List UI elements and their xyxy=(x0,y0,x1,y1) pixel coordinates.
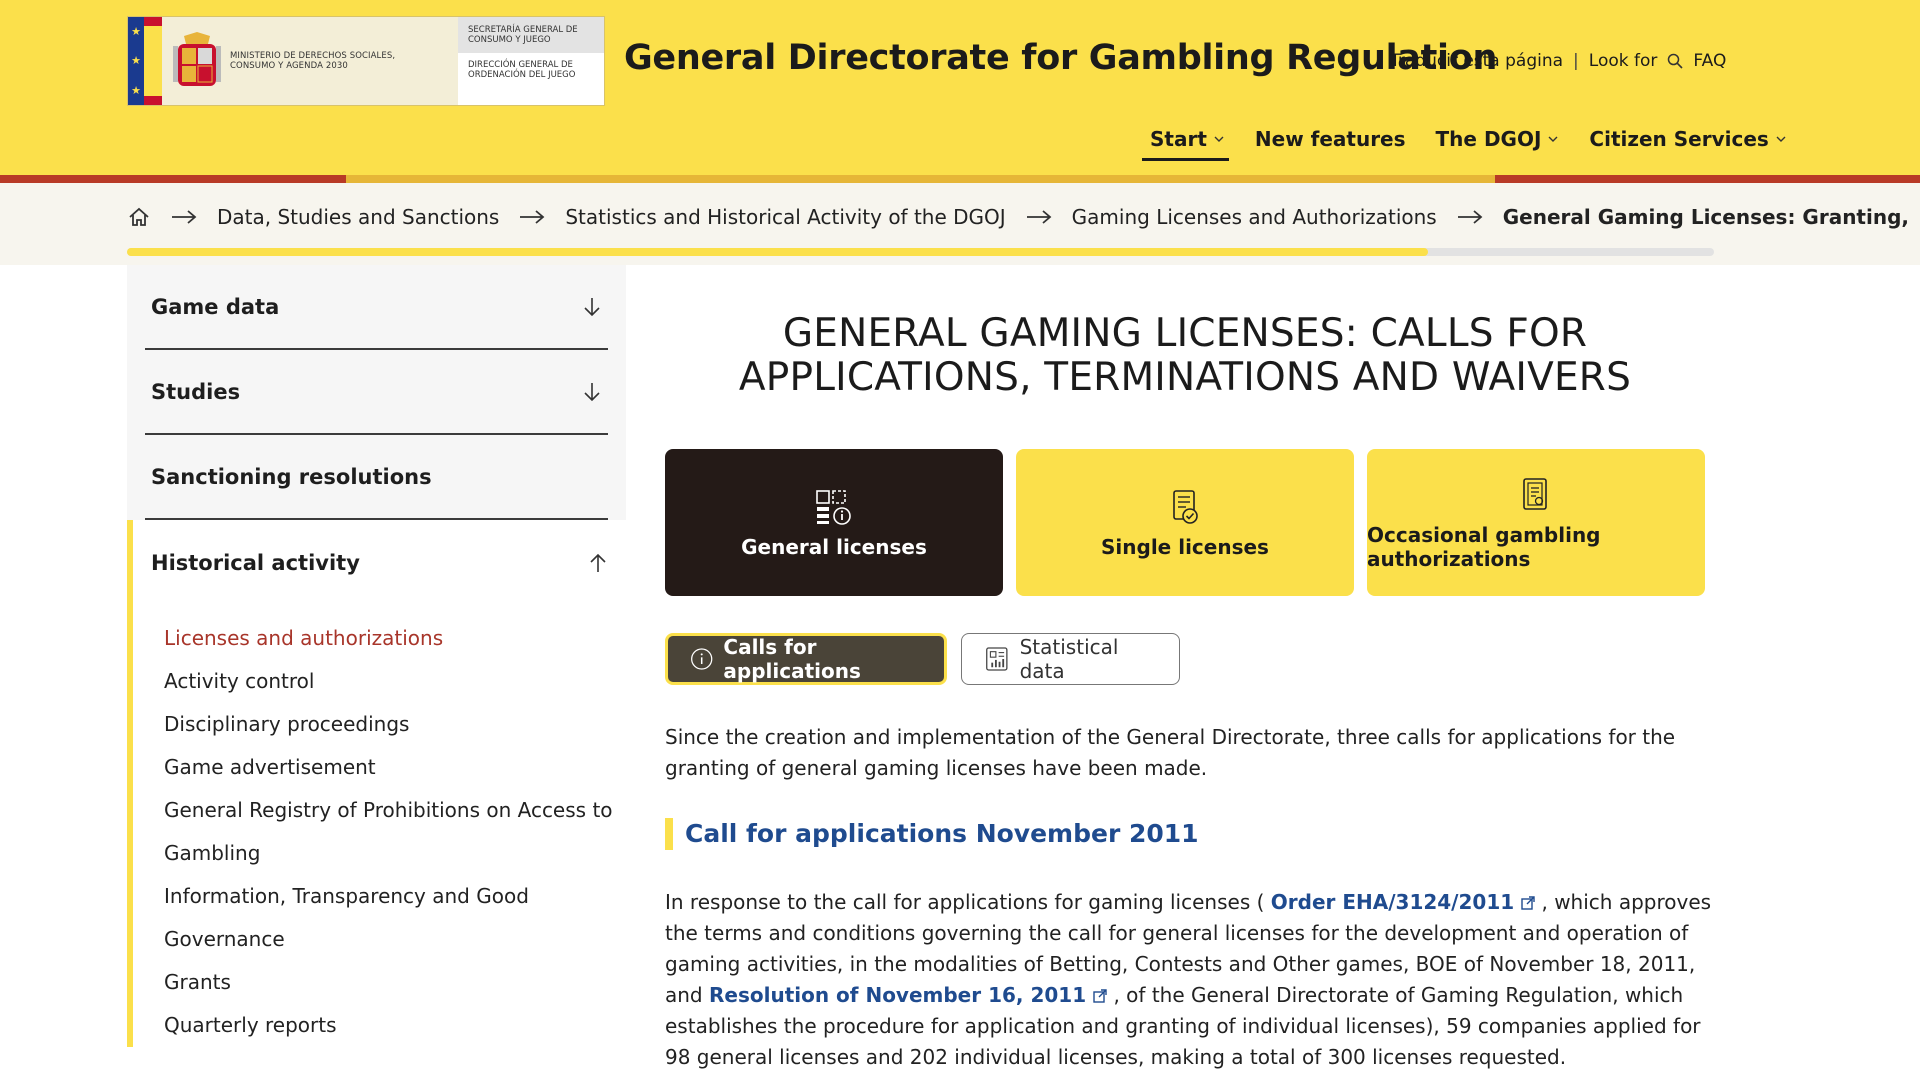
submenu-item-activity-control[interactable]: Activity control xyxy=(164,660,626,703)
link-text: Order EHA/3124/2011 xyxy=(1270,890,1515,914)
breadcrumb-bar: Data, Studies and Sanctions Statistics a… xyxy=(0,183,1920,265)
link-separator: | xyxy=(1573,51,1579,71)
card-label: General licenses xyxy=(741,534,927,559)
section-heading: Call for applications November 2011 xyxy=(665,818,1199,850)
call-2011-paragraph: In response to the call for applications… xyxy=(665,887,1715,1073)
document-info-icon xyxy=(816,489,851,525)
coat-of-arms-icon xyxy=(173,32,221,86)
nav-dgoj[interactable]: The DGOJ xyxy=(1436,127,1560,161)
tab-calls-for-applications[interactable]: Calls for applications xyxy=(665,633,947,685)
sidebar-item-label: Studies xyxy=(151,379,241,404)
sidebar-item-label: Historical activity xyxy=(151,550,360,575)
nav-start-label: Start xyxy=(1150,127,1207,151)
resolution-link[interactable]: Resolution of November 16, 2011 xyxy=(709,983,1107,1007)
submenu-item-grants[interactable]: Grants xyxy=(164,961,626,1004)
ministry-logo[interactable]: ★ ★ ★ MINISTERIO DE DERECHOS SOCIALES, CON… xyxy=(127,16,605,106)
breadcrumb-item[interactable]: Data, Studies and Sanctions xyxy=(217,205,499,229)
chart-document-icon xyxy=(986,647,1008,671)
header-color-band xyxy=(0,175,1920,183)
arrow-right-icon xyxy=(172,210,197,224)
tab-statistical-data[interactable]: Statistical data xyxy=(961,633,1180,685)
historical-submenu: Licenses and authorizations Activity con… xyxy=(133,605,626,1047)
arrow-right-icon xyxy=(1457,210,1483,224)
breadcrumb-current: General Gaming Licenses: Granting, xyxy=(1502,205,1909,229)
page-title-line: APPLICATIONS, TERMINATIONS AND WAIVERS xyxy=(738,355,1632,400)
search-link[interactable]: Look for xyxy=(1589,51,1658,71)
card-occasional-authorizations[interactable]: Occasional gambling authorizations xyxy=(1367,449,1705,596)
tab-label: Calls for applications xyxy=(723,635,861,683)
search-icon[interactable] xyxy=(1667,53,1683,69)
sidebar-top-block: Game data Studies Sanctioning resolution… xyxy=(127,265,626,520)
sidebar-section-historical: Historical activity Licenses and authori… xyxy=(127,520,626,1047)
home-icon[interactable] xyxy=(127,206,151,228)
nav-start[interactable]: Start xyxy=(1142,127,1229,161)
ministry-block: MINISTERIO DE DERECHOS SOCIALES, CONSUMO… xyxy=(162,17,458,105)
breadcrumb-item[interactable]: Statistics and Historical Activity of th… xyxy=(565,205,1005,229)
nav-citizen-label: Citizen Services xyxy=(1589,127,1769,151)
chevron-down-icon xyxy=(1548,136,1558,142)
intro-paragraph: Since the creation and implementation of… xyxy=(665,725,1676,780)
link-text: Resolution of November 16, 2011 xyxy=(708,983,1087,1007)
card-label: Single licenses xyxy=(1101,534,1269,559)
secretariat-name: SECRETARÍA GENERAL DE CONSUMO Y JUEGO xyxy=(458,17,604,53)
submenu-item-transparency[interactable]: Information, Transparency and Good xyxy=(164,875,626,918)
arrow-up-icon xyxy=(590,553,606,572)
sidebar-item-historical[interactable]: Historical activity xyxy=(133,520,626,605)
external-link-icon xyxy=(1521,896,1535,910)
external-link-icon xyxy=(1093,989,1107,1003)
faq-link[interactable]: FAQ xyxy=(1693,51,1726,71)
arrow-down-icon xyxy=(584,297,600,316)
site-title[interactable]: General Directorate for Gambling Regulat… xyxy=(624,38,1497,78)
license-type-cards: General licenses Single licenses Occasio… xyxy=(665,449,1705,596)
card-label: Occasional gambling authorizations xyxy=(1367,522,1601,571)
sidebar-item-studies[interactable]: Studies xyxy=(145,350,608,435)
translate-link[interactable]: Traducir esta página xyxy=(1390,51,1563,71)
nav-dgoj-label: The DGOJ xyxy=(1435,127,1542,151)
sidebar-item-game-data[interactable]: Game data xyxy=(145,265,608,350)
sidebar-item-sanctioning[interactable]: Sanctioning resolutions xyxy=(145,435,608,520)
arrow-down-icon xyxy=(584,382,600,401)
document-stamp-icon xyxy=(1523,477,1547,510)
directorate-name: DIRECCIÓN GENERAL DE ORDENACIÓN DEL JUEG… xyxy=(458,53,604,105)
breadcrumb-scrollbar-thumb[interactable] xyxy=(127,248,1429,256)
chevron-down-icon xyxy=(1776,136,1786,142)
paragraph-text: In response to the call for applications… xyxy=(665,890,1271,914)
main-nav: Start New features The DGOJ Citizen Serv… xyxy=(1142,127,1787,161)
sidebar: Game data Studies Sanctioning resolution… xyxy=(127,265,626,1047)
chevron-down-icon xyxy=(1214,136,1224,142)
breadcrumb: Data, Studies and Sanctions Statistics a… xyxy=(127,205,1909,229)
sidebar-item-label: Sanctioning resolutions xyxy=(151,464,432,489)
arrow-right-icon xyxy=(1026,210,1052,224)
eu-stars-icon: ★ ★ ★ xyxy=(128,17,144,105)
tab-label: Statistical data xyxy=(1019,635,1119,683)
top-links: Traducir esta página | Look for FAQ xyxy=(1390,51,1726,71)
card-single-licenses[interactable]: Single licenses xyxy=(1016,449,1354,596)
ministry-name: MINISTERIO DE DERECHOS SOCIALES, CONSUMO… xyxy=(230,51,396,71)
submenu-item-registry[interactable]: General Registry of Prohibitions on Acce… xyxy=(164,789,626,832)
page-title-line: GENERAL GAMING LICENSES: CALLS FOR xyxy=(782,311,1588,356)
nav-new-features-label: New features xyxy=(1254,127,1406,151)
arrow-right-icon xyxy=(520,210,545,224)
page-title: GENERAL GAMING LICENSES: CALLS FOR APPLI… xyxy=(665,312,1705,400)
site-header: ★ ★ ★ MINISTERIO DE DERECHOS SOCIALES, CON… xyxy=(0,0,1920,175)
submenu-item-quarterly[interactable]: Quarterly reports xyxy=(164,1004,626,1047)
nav-citizen-services[interactable]: Citizen Services xyxy=(1589,127,1786,161)
submenu-item-disciplinary[interactable]: Disciplinary proceedings xyxy=(164,703,626,746)
submenu-item-transparency-cont[interactable]: Governance xyxy=(164,918,626,961)
breadcrumb-scrollbar[interactable] xyxy=(127,248,1714,256)
order-eha-link[interactable]: Order EHA/3124/2011 xyxy=(1271,890,1535,914)
submenu-item-licenses[interactable]: Licenses and authorizations xyxy=(164,617,626,660)
card-general-licenses[interactable]: General licenses xyxy=(665,449,1003,596)
sidebar-item-label: Game data xyxy=(151,294,280,319)
directorate-block: SECRETARÍA GENERAL DE CONSUMO Y JUEGO DI… xyxy=(458,17,604,105)
submenu-item-advertisement[interactable]: Game advertisement xyxy=(164,746,626,789)
document-check-icon xyxy=(1173,489,1198,524)
submenu-item-registry-cont[interactable]: Gambling xyxy=(164,832,626,875)
info-icon xyxy=(691,648,713,670)
breadcrumb-item[interactable]: Gaming Licenses and Authorizations xyxy=(1072,205,1437,229)
nav-new-features[interactable]: New features xyxy=(1255,127,1406,161)
content-tabs: Calls for applications Statistical data xyxy=(665,633,1180,685)
spain-eu-flag: ★ ★ ★ xyxy=(128,17,162,105)
